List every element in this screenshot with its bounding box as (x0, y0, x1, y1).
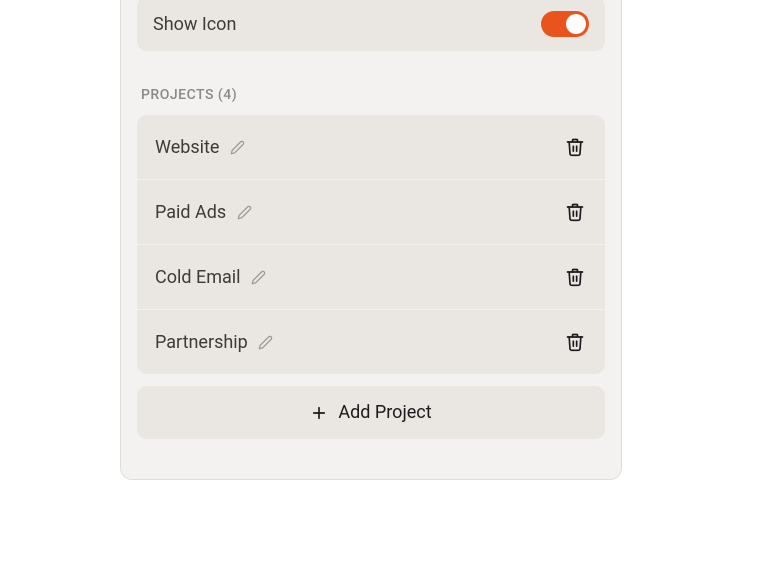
project-row: Partnership (137, 310, 605, 374)
add-project-button[interactable]: Add Project (137, 386, 605, 439)
trash-icon[interactable] (563, 330, 587, 354)
project-row-left: Website (155, 137, 245, 158)
edit-icon[interactable] (251, 269, 267, 285)
project-row-left: Partnership (155, 332, 274, 353)
edit-icon[interactable] (258, 334, 274, 350)
project-name: Website (155, 137, 219, 158)
project-row-left: Paid Ads (155, 202, 252, 223)
edit-icon[interactable] (236, 204, 252, 220)
projects-section-label: PROJECTS (4) (141, 87, 605, 103)
project-name: Partnership (155, 332, 248, 353)
edit-icon[interactable] (229, 139, 245, 155)
show-icon-row: Show Icon (137, 0, 605, 51)
project-name: Paid Ads (155, 202, 226, 223)
trash-icon[interactable] (563, 265, 587, 289)
project-list: Website (137, 115, 605, 374)
project-row: Cold Email (137, 245, 605, 310)
show-icon-label: Show Icon (153, 14, 236, 35)
project-name: Cold Email (155, 267, 241, 288)
trash-icon[interactable] (563, 200, 587, 224)
show-icon-toggle[interactable] (541, 11, 589, 37)
project-row: Paid Ads (137, 180, 605, 245)
project-row-left: Cold Email (155, 267, 267, 288)
plus-icon (310, 404, 328, 422)
trash-icon[interactable] (563, 135, 587, 159)
add-project-label: Add Project (338, 402, 431, 423)
project-row: Website (137, 115, 605, 180)
settings-panel: Show Icon PROJECTS (4) Website (120, 0, 622, 480)
toggle-knob (566, 14, 586, 34)
outer-container: Show Icon PROJECTS (4) Website (0, 0, 776, 566)
